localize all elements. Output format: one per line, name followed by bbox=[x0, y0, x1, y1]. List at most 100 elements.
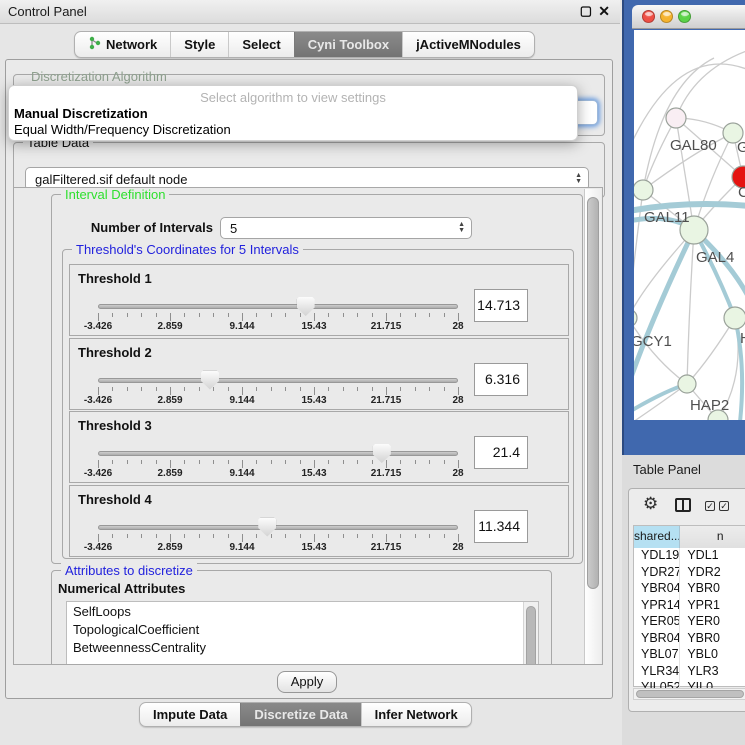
table-row[interactable]: YBR045CYBR0 bbox=[634, 631, 745, 648]
column-header-n[interactable]: n bbox=[680, 526, 745, 548]
light-gloss bbox=[645, 12, 653, 16]
network-node[interactable] bbox=[634, 180, 653, 200]
float-window-icon[interactable]: ▢ bbox=[580, 3, 592, 19]
table-row[interactable]: YBR043CYBR0 bbox=[634, 581, 745, 598]
attributes-list-scrollbar-thumb[interactable] bbox=[526, 606, 536, 665]
tab-infer-network[interactable]: Infer Network bbox=[361, 703, 471, 726]
tick-mark bbox=[170, 387, 171, 395]
table-cell: YBR0 bbox=[680, 581, 745, 598]
network-node[interactable] bbox=[724, 307, 745, 329]
threshold-slider[interactable] bbox=[98, 378, 458, 383]
attribute-item-betweennesscentrality[interactable]: BetweennessCentrality bbox=[67, 638, 538, 656]
close-light-icon[interactable] bbox=[642, 10, 655, 23]
table-row[interactable]: YLR345WYLR3 bbox=[634, 664, 745, 681]
tick-label: 9.144 bbox=[229, 321, 254, 332]
tick-mark bbox=[415, 313, 416, 317]
zoom-light-icon[interactable] bbox=[678, 10, 691, 23]
network-node[interactable] bbox=[666, 108, 686, 128]
minimize-light-icon[interactable] bbox=[660, 10, 673, 23]
algorithm-option-manual-discretization[interactable]: Manual Discretization bbox=[9, 105, 577, 121]
tick-mark bbox=[300, 534, 301, 538]
tick-mark bbox=[458, 460, 459, 468]
table-row[interactable]: YBL079WYBL0 bbox=[634, 647, 745, 664]
tick-mark bbox=[199, 387, 200, 391]
table-row[interactable]: YER054CYER0 bbox=[634, 614, 745, 631]
attribute-item-topologicalcoefficient[interactable]: TopologicalCoefficient bbox=[67, 620, 538, 638]
node-table[interactable]: shared...n YDL19...YDL1YDR27...YDR2YBR04… bbox=[633, 525, 745, 687]
tick-mark bbox=[429, 534, 430, 538]
slider-tick-labels: -3.4262.8599.14415.4321.71528 bbox=[98, 542, 458, 554]
table-hscrollbar-thumb[interactable] bbox=[636, 690, 744, 698]
table-cell: YDL19... bbox=[634, 548, 680, 565]
tab-network[interactable]: Network bbox=[75, 32, 170, 57]
tick-mark bbox=[458, 534, 459, 542]
threshold-panel-3: Threshold 3-3.4262.8599.14415.4321.71528… bbox=[69, 411, 569, 483]
tick-mark bbox=[127, 387, 128, 391]
attributes-list-scrollbar[interactable] bbox=[523, 602, 538, 665]
network-edge[interactable] bbox=[687, 318, 735, 384]
tick-mark bbox=[156, 313, 157, 317]
table-panel-title: Table Panel bbox=[633, 462, 701, 477]
tab-style[interactable]: Style bbox=[170, 32, 228, 57]
threshold-slider[interactable] bbox=[98, 451, 458, 456]
numerical-attributes-label: Numerical Attributes bbox=[58, 581, 185, 596]
top-tab-strip: NetworkStyleSelectCyni ToolboxjActiveMNo… bbox=[74, 31, 535, 58]
threshold-label: Threshold 3 bbox=[78, 418, 152, 433]
tab-impute-data[interactable]: Impute Data bbox=[140, 703, 240, 726]
network-edge[interactable] bbox=[687, 230, 694, 384]
number-of-intervals-spinner[interactable]: 5 ▲▼ bbox=[220, 217, 472, 239]
tab-cyni-toolbox[interactable]: Cyni Toolbox bbox=[294, 32, 402, 57]
number-of-intervals-row: Number of Intervals 5 ▲▼ bbox=[52, 217, 582, 241]
network-canvas[interactable]: GAL80GACGAL11GAL4GCY1HHAP2 bbox=[634, 30, 745, 420]
tab-select[interactable]: Select bbox=[228, 32, 293, 57]
tick-mark bbox=[127, 460, 128, 464]
settings-scrollbar[interactable] bbox=[584, 189, 601, 665]
checkbox-icon[interactable]: ✓ bbox=[705, 501, 715, 511]
algorithm-option-equal-width-frequency-discretization[interactable]: Equal Width/Frequency Discretization bbox=[9, 121, 577, 137]
numerical-attributes-list[interactable]: SelfLoopsTopologicalCoefficientBetweenne… bbox=[66, 601, 539, 665]
node-label: GAL80 bbox=[670, 137, 717, 154]
network-node[interactable] bbox=[634, 309, 637, 327]
tab-discretize-data[interactable]: Discretize Data bbox=[240, 703, 360, 726]
node-label: GAL11 bbox=[644, 209, 690, 226]
tick-mark bbox=[429, 460, 430, 464]
tab-jactivemnodules[interactable]: jActiveMNodules bbox=[402, 32, 534, 57]
algorithm-group-title: Discretization Algorithm bbox=[28, 69, 170, 84]
tick-mark bbox=[228, 313, 229, 317]
tick-mark bbox=[328, 534, 329, 538]
network-edge[interactable] bbox=[634, 384, 687, 420]
threshold-value-field[interactable]: 11.344 bbox=[474, 510, 528, 543]
threshold-value-field[interactable]: 6.316 bbox=[474, 363, 528, 396]
tick-mark bbox=[343, 387, 344, 391]
threshold-slider[interactable] bbox=[98, 304, 458, 309]
table-hscrollbar[interactable] bbox=[633, 688, 745, 700]
table-cell: YLR3 bbox=[680, 664, 745, 681]
network-edge-highlight[interactable] bbox=[634, 230, 694, 398]
tick-mark bbox=[328, 387, 329, 391]
network-node[interactable] bbox=[678, 375, 696, 393]
table-row[interactable]: YDL19...YDL1 bbox=[634, 548, 745, 565]
attribute-item-selfloops[interactable]: SelfLoops bbox=[67, 602, 538, 620]
table-row[interactable]: YDR27...YDR2 bbox=[634, 565, 745, 582]
tick-mark bbox=[98, 534, 99, 542]
settings-scrollbar-thumb[interactable] bbox=[587, 197, 599, 589]
table-cell: YER054C bbox=[634, 614, 680, 631]
cyni-toolbox-panel: Discretization Algorithm Select algorith… bbox=[5, 59, 613, 699]
threshold-slider[interactable] bbox=[98, 525, 458, 530]
tick-mark bbox=[184, 313, 185, 317]
table-row[interactable]: YPR145WYPR1 bbox=[634, 598, 745, 615]
threshold-value-field[interactable]: 21.4 bbox=[474, 436, 528, 469]
close-icon[interactable]: ✕ bbox=[598, 3, 610, 20]
threshold-value-field[interactable]: 14.713 bbox=[474, 289, 528, 322]
column-header-shared[interactable]: shared... bbox=[634, 526, 680, 548]
columns-icon[interactable] bbox=[675, 498, 691, 512]
node-label: GA bbox=[737, 139, 745, 156]
checkbox-icon[interactable]: ✓ bbox=[719, 501, 729, 511]
table-cell: YDR27... bbox=[634, 565, 680, 582]
tick-mark bbox=[400, 460, 401, 464]
tick-mark bbox=[156, 387, 157, 391]
apply-button[interactable]: Apply bbox=[277, 671, 337, 693]
gear-icon[interactable]: ⚙ bbox=[643, 494, 658, 514]
tick-mark bbox=[98, 313, 99, 321]
tick-mark bbox=[328, 313, 329, 317]
